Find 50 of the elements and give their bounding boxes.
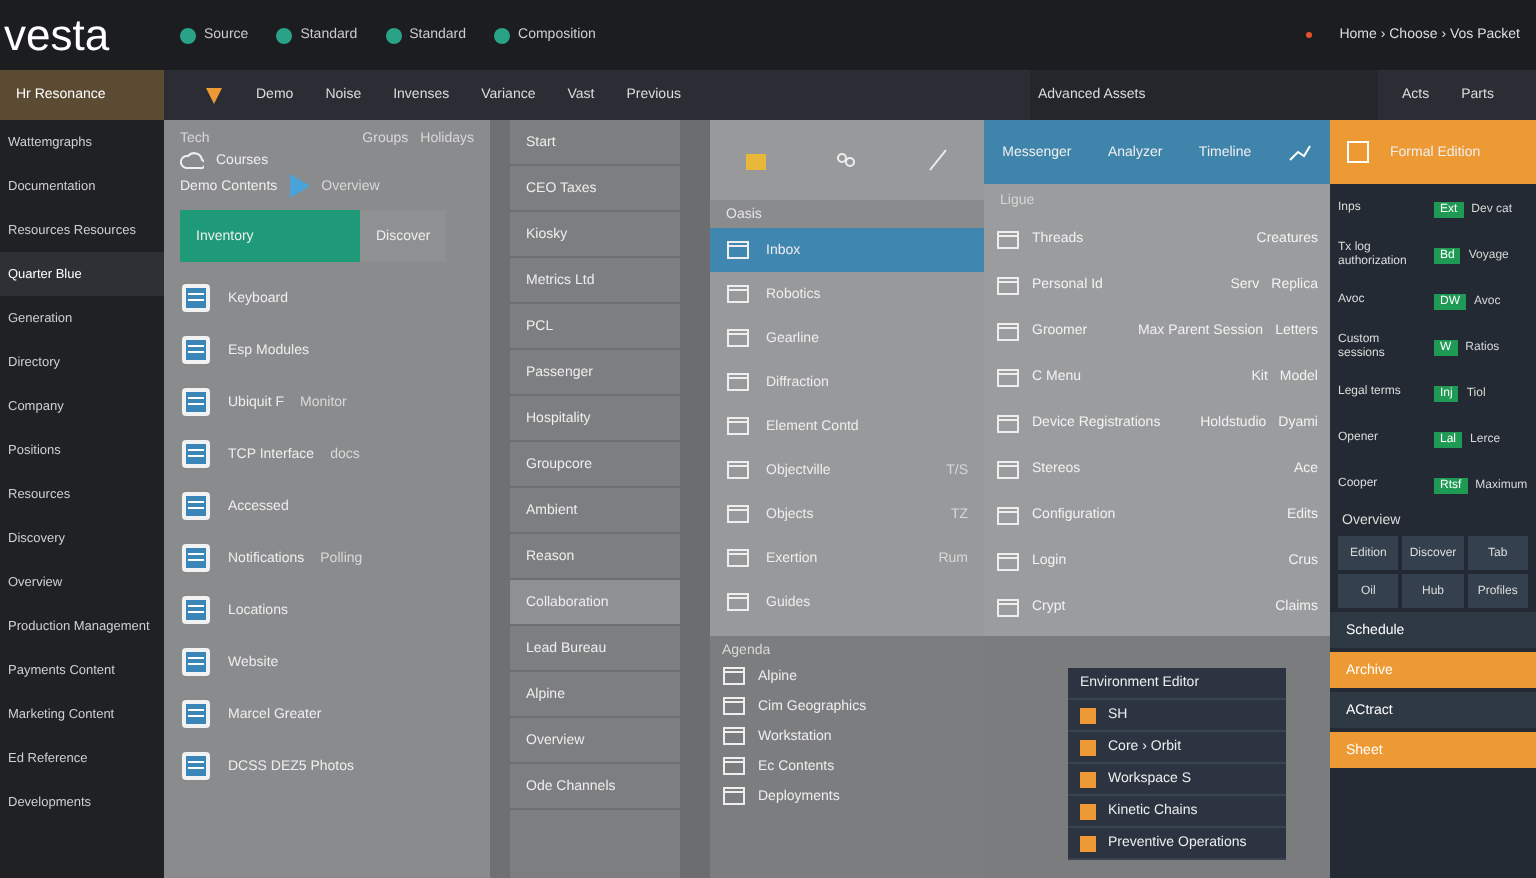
document-icon: [180, 542, 212, 574]
document-icon: [180, 750, 212, 782]
window-icon: [726, 590, 750, 614]
window-icon: [722, 784, 746, 808]
document-icon: [180, 386, 212, 418]
circle-icon: [494, 27, 511, 43]
circle-icon: [276, 27, 293, 43]
square-icon: [1080, 707, 1096, 723]
window-icon: [996, 595, 1020, 619]
circle-icon: [385, 27, 402, 43]
window-icon: [996, 273, 1020, 297]
window-icon: [996, 365, 1020, 389]
play-icon: [289, 174, 310, 198]
window-icon: [726, 282, 750, 306]
circle-icon: [180, 27, 196, 43]
square-icon: [1080, 739, 1096, 755]
square-icon: [1080, 803, 1096, 819]
logo: vesta: [4, 9, 112, 61]
document-icon: [180, 490, 212, 522]
window-icon: [722, 724, 746, 748]
status-dot-icon: [1305, 32, 1312, 38]
box-icon: [1346, 140, 1370, 164]
square-icon: [1080, 771, 1096, 787]
window-icon: [726, 238, 750, 262]
window-icon: [996, 503, 1020, 527]
window-icon: [726, 326, 750, 350]
document-icon: [180, 282, 212, 314]
square-icon: [1080, 835, 1096, 851]
window-icon: [726, 458, 750, 482]
window-icon: [726, 546, 750, 570]
window-icon: [726, 502, 750, 526]
document-icon: [180, 438, 212, 470]
window-icon: [726, 370, 750, 394]
cloud-icon: [180, 150, 204, 170]
document-icon: [180, 334, 212, 366]
window-icon: [726, 414, 750, 438]
window-icon: [996, 457, 1020, 481]
document-icon: [180, 594, 212, 626]
window-icon: [996, 411, 1020, 435]
window-icon: [722, 754, 746, 778]
chart-icon: [1287, 142, 1312, 162]
folder-icon: [743, 148, 768, 172]
window-icon: [996, 319, 1020, 343]
window-icon: [722, 664, 746, 688]
pen-icon: [926, 148, 951, 172]
document-icon: [180, 646, 212, 678]
window-icon: [996, 227, 1020, 251]
window-icon: [722, 694, 746, 718]
document-icon: [180, 698, 212, 730]
window-icon: [996, 549, 1020, 573]
